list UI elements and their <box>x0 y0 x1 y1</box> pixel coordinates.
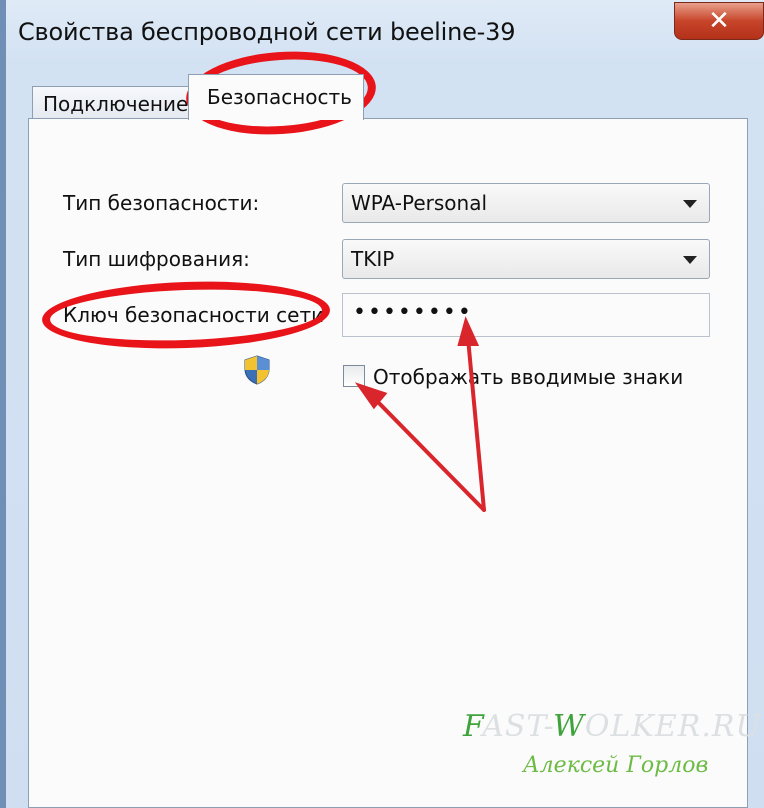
watermark-site: FAST-WOLKER.RU <box>463 709 762 744</box>
encryption-type-label: Тип шифрования: <box>63 247 250 271</box>
tab-security[interactable]: Безопасность <box>188 74 364 120</box>
tab-strip: Подключение Безопасность <box>28 72 748 120</box>
uac-shield-icon <box>244 355 270 385</box>
show-characters-checkbox[interactable] <box>343 365 365 387</box>
network-key-input[interactable]: •••••••• <box>342 293 710 337</box>
tab-security-label: Безопасность <box>207 85 352 109</box>
window-frame <box>0 0 6 808</box>
show-characters-label[interactable]: Отображать вводимые знаки <box>373 365 683 389</box>
security-type-select[interactable]: WPA-Personal <box>342 183 710 223</box>
encryption-type-value: TKIP <box>351 247 395 271</box>
chevron-down-icon <box>683 200 697 208</box>
close-icon: ✕ <box>708 6 730 36</box>
dialog-window: Свойства беспроводной сети beeline-39 ✕ … <box>0 0 764 808</box>
encryption-type-select[interactable]: TKIP <box>342 239 710 279</box>
title-bar[interactable]: Свойства беспроводной сети beeline-39 ✕ <box>6 0 764 62</box>
security-panel: Тип безопасности: WPA-Personal Тип шифро… <box>28 118 761 808</box>
chevron-down-icon <box>683 256 697 264</box>
tab-connection-label: Подключение <box>43 92 189 116</box>
window-title: Свойства беспроводной сети beeline-39 <box>18 18 516 46</box>
security-type-value: WPA-Personal <box>351 191 488 215</box>
close-button[interactable]: ✕ <box>674 2 764 40</box>
watermark-author: Алексей Горлов <box>523 753 709 778</box>
tab-connection[interactable]: Подключение <box>32 86 196 120</box>
network-key-label: Ключ безопасности сети <box>63 303 325 327</box>
network-key-value: •••••••• <box>353 300 473 325</box>
security-type-label: Тип безопасности: <box>63 191 260 215</box>
